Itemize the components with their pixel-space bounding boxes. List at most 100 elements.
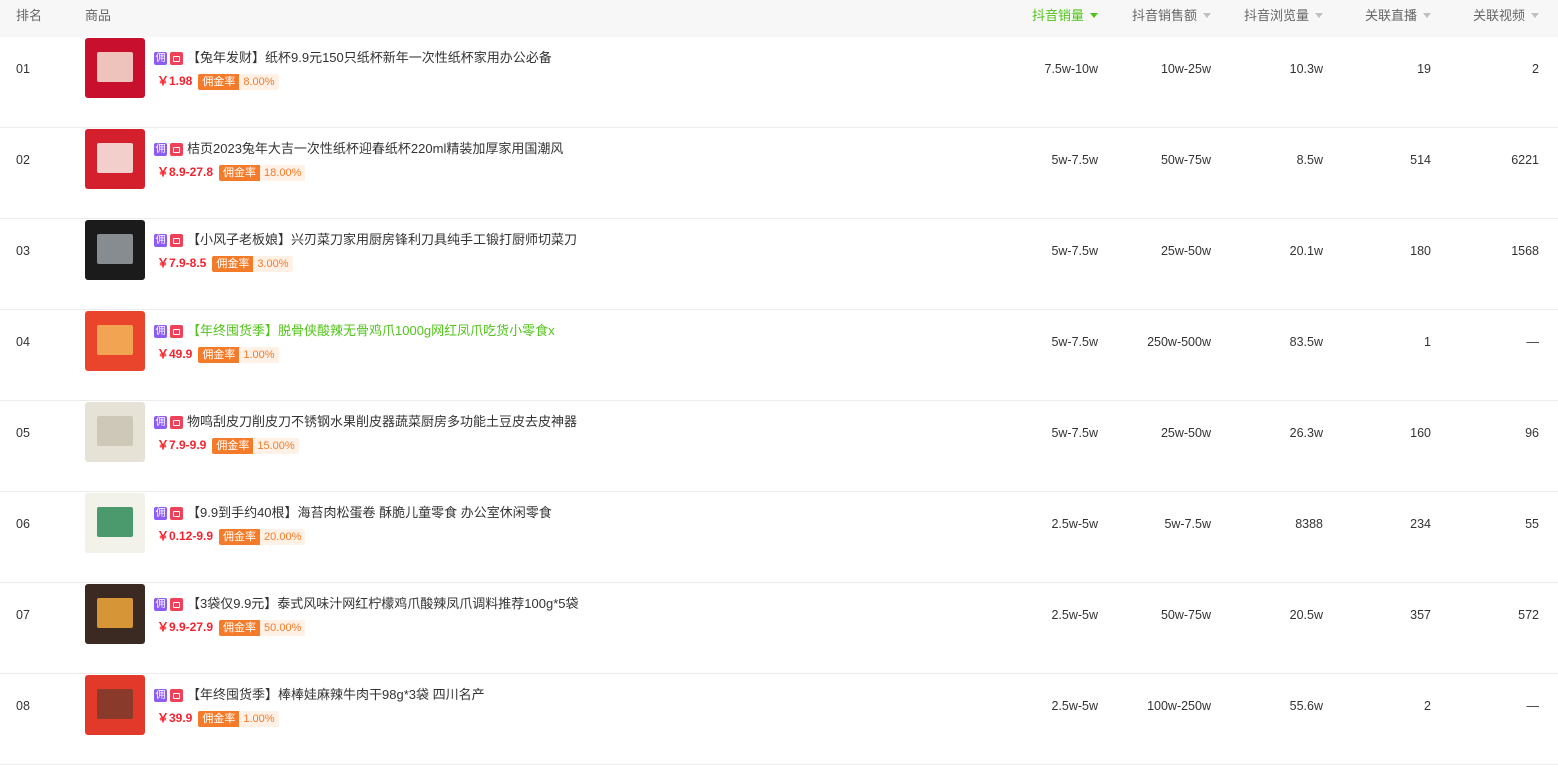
product-title-line: 佣 桔页2023兔年大吉一次性纸杯迎春纸杯220ml精装加厚家用国潮风 <box>154 141 563 157</box>
sort-header-sales[interactable]: 抖音销量 <box>1032 0 1098 37</box>
sort-caret-icon <box>1423 13 1431 19</box>
product-thumbnail[interactable] <box>85 675 145 735</box>
product-title-link[interactable]: 【小风子老板娘】兴刃菜刀家用厨房锋利刀具纯手工锻打厨师切菜刀 <box>187 232 577 247</box>
revenue-value: 50w-75w <box>1160 153 1211 167</box>
commission-rate-value: 20.00% <box>260 529 306 545</box>
header-sales-label: 抖音销量 <box>1031 8 1084 23</box>
thumbnail-detail <box>97 52 133 82</box>
product-thumbnail[interactable] <box>85 493 145 553</box>
revenue-value: 10w-25w <box>1160 62 1211 76</box>
product-thumbnail[interactable] <box>85 584 145 644</box>
product-price: ￥8.9-27.8 <box>157 165 214 179</box>
commission-badge-icon: 佣 <box>154 507 167 521</box>
table-row[interactable]: 03 佣 【小风子老板娘】兴刃菜刀家用厨房锋利刀具纯手工锻打厨师切菜刀 ￥7.9-… <box>0 219 1558 310</box>
table-row[interactable]: 02 佣 桔页2023兔年大吉一次性纸杯迎春纸杯220ml精装加厚家用国潮风 ￥8… <box>0 128 1558 219</box>
table-row[interactable]: 05 佣 物鸣刮皮刀削皮刀不锈钢水果削皮器蔬菜厨房多功能土豆皮去皮神器 ￥7.9-… <box>0 401 1558 492</box>
sales-value: 2.5w-5w <box>1051 608 1098 622</box>
video-count: — <box>1526 699 1540 713</box>
sort-caret-icon <box>1315 13 1323 19</box>
rank-number: 01 <box>16 62 30 76</box>
product-thumbnail[interactable] <box>85 402 145 462</box>
product-title-line: 佣 【年终囤货季】棒棒娃麻辣牛肉干98g*3袋 四川名产 <box>154 687 485 703</box>
product-price: ￥7.9-9.9 <box>157 438 207 452</box>
product-title-link[interactable]: 物鸣刮皮刀削皮刀不锈钢水果削皮器蔬菜厨房多功能土豆皮去皮神器 <box>187 414 577 429</box>
views-value: 8.5w <box>1296 153 1323 167</box>
table-row[interactable]: 07 佣【3袋仅9.9元】泰式风味汁网红柠檬鸡爪酸辣凤爪调料推荐100g*5袋 … <box>0 583 1558 674</box>
thumbnail-detail <box>97 689 133 719</box>
sales-value: 2.5w-5w <box>1051 517 1098 531</box>
product-thumbnail[interactable] <box>85 38 145 98</box>
sales-value: 5w-7.5w <box>1051 335 1098 349</box>
commission-badge-icon: 佣 <box>154 598 167 612</box>
table-row[interactable]: 06 佣 【9.9到手约40根】海苔肉松蛋卷 酥脆儿童零食 办公室休闲零食 ￥0.… <box>0 492 1558 583</box>
views-value: 10.3w <box>1289 62 1323 76</box>
commission-rate-value: 50.00% <box>260 620 306 636</box>
table-row[interactable]: 04 佣 【年终囤货季】脱骨侠酸辣无骨鸡爪1000g网红凤爪吃货小零食x ￥49.… <box>0 310 1558 401</box>
table-row[interactable]: 01 佣 【兔年发财】纸杯9.9元150只纸杯新年一次性纸杯家用办公必备 ￥1.9… <box>0 37 1558 128</box>
rank-number: 08 <box>16 699 30 713</box>
live-count: 234 <box>1410 517 1431 531</box>
product-title-link[interactable]: 【年终囤货季】脱骨侠酸辣无骨鸡爪1000g网红凤爪吃货小零食x <box>187 323 555 338</box>
table-header: 排名 商品 抖音销量 抖音销售额 抖音浏览量 关联直播 关联视频 <box>0 0 1558 37</box>
live-count: 514 <box>1410 153 1431 167</box>
header-revenue-label: 抖音销售额 <box>1131 8 1197 23</box>
rank-number: 06 <box>16 517 30 531</box>
header-views-label: 抖音浏览量 <box>1243 8 1309 23</box>
product-title-link[interactable]: 【9.9到手约40根】海苔肉松蛋卷 酥脆儿童零食 办公室休闲零食 <box>187 505 552 520</box>
video-count: 96 <box>1525 426 1539 440</box>
commission-rate-value: 1.00% <box>239 347 279 363</box>
commission-rate-label: 佣金率 <box>219 620 261 636</box>
header-rank: 排名 <box>16 8 43 23</box>
revenue-value: 250w-500w <box>1147 335 1211 349</box>
product-title-link[interactable]: 桔页2023兔年大吉一次性纸杯迎春纸杯220ml精装加厚家用国潮风 <box>187 141 563 156</box>
header-video-label: 关联视频 <box>1472 8 1525 23</box>
commission-rate-label: 佣金率 <box>212 256 254 272</box>
price-line: ￥8.9-27.8 佣金率 18.00% <box>157 164 306 181</box>
commission-rate-value: 3.00% <box>253 256 293 272</box>
sort-header-views[interactable]: 抖音浏览量 <box>1244 0 1323 37</box>
price-line: ￥1.98 佣金率 8.00% <box>157 73 279 90</box>
sort-header-live[interactable]: 关联直播 <box>1365 0 1431 37</box>
sort-caret-icon <box>1203 13 1211 19</box>
product-title-line: 佣 【小风子老板娘】兴刃菜刀家用厨房锋利刀具纯手工锻打厨师切菜刀 <box>154 232 577 248</box>
revenue-value: 25w-50w <box>1160 426 1211 440</box>
table-row[interactable]: 08 佣【年终囤货季】棒棒娃麻辣牛肉干98g*3袋 四川名产 ￥39.9 佣金率 1… <box>0 674 1558 765</box>
live-count: 357 <box>1410 608 1431 622</box>
product-thumbnail[interactable] <box>85 311 145 371</box>
product-ranking-table: 排名 商品 抖音销量 抖音销售额 抖音浏览量 关联直播 关联视频 01 佣 【兔年… <box>0 0 1558 765</box>
sort-caret-icon <box>1090 13 1098 19</box>
header-live-label: 关联直播 <box>1364 8 1417 23</box>
commission-badge-icon: 佣 <box>154 143 167 157</box>
sales-value: 2.5w-5w <box>1051 699 1098 713</box>
product-thumbnail[interactable] <box>85 220 145 280</box>
table-body: 01 佣 【兔年发财】纸杯9.9元150只纸杯新年一次性纸杯家用办公必备 ￥1.9… <box>0 37 1558 765</box>
product-title-link[interactable]: 【年终囤货季】棒棒娃麻辣牛肉干98g*3袋 四川名产 <box>187 687 485 702</box>
shop-bag-icon <box>170 234 183 248</box>
price-line: ￥9.9-27.9 佣金率 50.00% <box>157 619 306 636</box>
commission-rate-label: 佣金率 <box>198 74 240 90</box>
views-value: 20.5w <box>1289 608 1323 622</box>
commission-badge-icon: 佣 <box>154 234 167 248</box>
rank-number: 03 <box>16 244 30 258</box>
thumbnail-detail <box>97 507 133 537</box>
product-thumbnail[interactable] <box>85 129 145 189</box>
sort-caret-icon <box>1531 13 1539 19</box>
commission-rate-label: 佣金率 <box>212 438 254 454</box>
product-title-link[interactable]: 【兔年发财】纸杯9.9元150只纸杯新年一次性纸杯家用办公必备 <box>187 50 552 65</box>
product-price: ￥9.9-27.9 <box>157 620 214 634</box>
sort-header-video[interactable]: 关联视频 <box>1473 0 1539 37</box>
views-value: 8388 <box>1295 517 1323 531</box>
product-title-link[interactable]: 【3袋仅9.9元】泰式风味汁网红柠檬鸡爪酸辣凤爪调料推荐100g*5袋 <box>187 596 579 611</box>
live-count: 1 <box>1424 335 1431 349</box>
rank-number: 04 <box>16 335 30 349</box>
price-line: ￥39.9 佣金率 1.00% <box>157 710 279 727</box>
live-count: 19 <box>1417 62 1431 76</box>
product-price: ￥0.12-9.9 <box>157 529 214 543</box>
thumbnail-detail <box>97 598 133 628</box>
sort-header-revenue[interactable]: 抖音销售额 <box>1132 0 1211 37</box>
product-price: ￥39.9 <box>157 711 193 725</box>
revenue-value: 100w-250w <box>1147 699 1211 713</box>
thumbnail-detail <box>97 325 133 355</box>
shop-bag-icon <box>170 325 183 339</box>
live-count: 180 <box>1410 244 1431 258</box>
